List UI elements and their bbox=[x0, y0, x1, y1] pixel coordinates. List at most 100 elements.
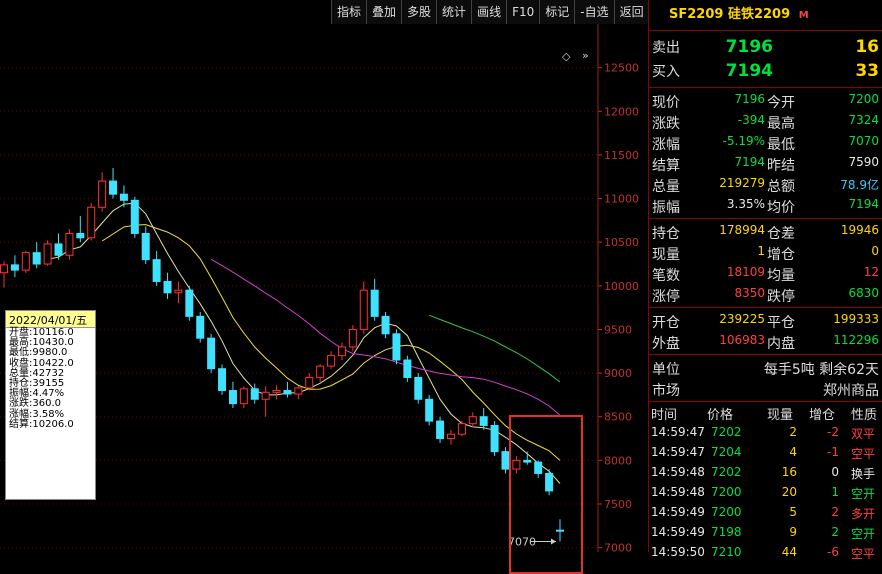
market-value: 郑州商品 bbox=[823, 383, 879, 399]
diamond-icon[interactable]: ◇ bbox=[562, 50, 570, 63]
ask-price: 7196 bbox=[725, 37, 773, 57]
flow-row-v1: 106983 bbox=[719, 333, 765, 347]
stats-row: 笔数 18109 均量 12 bbox=[649, 263, 882, 284]
ma40-line bbox=[429, 314, 561, 383]
tick-header-cell: 现量 bbox=[767, 408, 794, 423]
flow-row-l2: 平仓 bbox=[767, 315, 795, 331]
chevron-right-icon[interactable]: » bbox=[582, 49, 589, 62]
quote-row-l2: 均价 bbox=[767, 200, 795, 216]
candle-body bbox=[261, 391, 270, 400]
tick-d: 1 bbox=[831, 485, 839, 499]
candle-body bbox=[239, 388, 248, 405]
quote-row-l2: 总额 bbox=[767, 179, 795, 195]
y-tick-label: 12000 bbox=[604, 105, 639, 118]
ask-volume: 16 bbox=[855, 37, 879, 57]
tick-d: -6 bbox=[827, 545, 839, 559]
candle-body bbox=[348, 328, 357, 348]
tick-p: 7210 bbox=[711, 545, 742, 559]
tick-row: 14:59:47 7204 4 -1 空平 bbox=[649, 442, 882, 462]
candle-body bbox=[119, 193, 128, 201]
toolbar-button[interactable]: -自选 bbox=[574, 0, 614, 24]
quote-row-v1: -394 bbox=[737, 113, 765, 127]
bid-row: 买入 7194 33 bbox=[649, 59, 882, 83]
quote-row-v2: 7200 bbox=[848, 92, 879, 106]
stats-row-v1: 178994 bbox=[719, 223, 765, 237]
candle-body bbox=[174, 289, 183, 294]
chart-toolbar: 指标 叠加 多股 统计 画线 F10 标记 -自选 返回 bbox=[331, 0, 649, 24]
info-row: 结算:10206.0 bbox=[9, 418, 74, 430]
toolbar-button[interactable]: 叠加 bbox=[366, 0, 402, 24]
candle-body bbox=[0, 264, 8, 274]
candle-body bbox=[76, 232, 85, 239]
y-tick-label: 12500 bbox=[604, 62, 639, 75]
tick-row: 14:59:50 7210 44 -6 空平 bbox=[649, 542, 882, 562]
stats-row-l2: 仓差 bbox=[767, 226, 795, 242]
tick-row: 14:59:49 7200 5 2 多开 bbox=[649, 502, 882, 522]
flow-row-l2: 内盘 bbox=[767, 336, 795, 352]
quote-row-l2: 最低 bbox=[767, 137, 795, 153]
flow-row: 开仓 239225 平仓 199333 bbox=[649, 310, 882, 331]
tick-v: 4 bbox=[789, 445, 797, 459]
candle-body bbox=[21, 252, 30, 271]
candle-body bbox=[316, 365, 325, 378]
candle-body bbox=[10, 264, 19, 271]
stats-row-l1: 涨停 bbox=[652, 289, 680, 305]
candle-body bbox=[218, 368, 227, 392]
tick-header-cell: 价格 bbox=[707, 408, 734, 423]
quote-row-v2: 7194 bbox=[848, 197, 879, 211]
quote-row-v1: 7196 bbox=[734, 92, 765, 106]
tick-p: 7202 bbox=[711, 425, 742, 439]
toolbar-button[interactable]: F10 bbox=[506, 0, 540, 24]
toolbar-button[interactable]: 标记 bbox=[539, 0, 575, 24]
candle-body bbox=[359, 289, 368, 330]
candle-body bbox=[65, 232, 74, 256]
candle-body bbox=[294, 387, 303, 395]
candle-body bbox=[370, 289, 379, 317]
candle-body bbox=[490, 424, 499, 453]
symbol-name: 硅铁2209 bbox=[727, 7, 791, 22]
tick-d: -1 bbox=[827, 445, 839, 459]
candle-body bbox=[327, 355, 336, 367]
tick-header-cell: 性质 bbox=[851, 408, 878, 423]
stats-row-v1: 18109 bbox=[726, 265, 765, 279]
tick-t: 14:59:50 bbox=[651, 545, 705, 559]
quote-row-v2: 7070 bbox=[848, 134, 879, 148]
y-tick-label: 10000 bbox=[604, 280, 639, 293]
quote-row: 现价 7196 今开 7200 bbox=[649, 90, 882, 111]
candle-body bbox=[305, 376, 314, 389]
kline-chart[interactable]: 12500 12000 11500 11000 10500 10000 9500 9000 85… bbox=[0, 24, 648, 574]
quote-row-v1: 7194 bbox=[734, 155, 765, 169]
toolbar-button[interactable]: 多股 bbox=[401, 0, 437, 24]
unit-value: 每手5吨 剩余62天 bbox=[763, 362, 879, 378]
toolbar-button[interactable]: 统计 bbox=[436, 0, 472, 24]
candle-body bbox=[141, 232, 150, 261]
candle-body bbox=[109, 180, 118, 195]
y-tick-label: 9500 bbox=[604, 323, 632, 336]
ma5-line bbox=[47, 202, 561, 484]
stats-row-v2: 19946 bbox=[840, 223, 879, 237]
y-tick-label: 8000 bbox=[604, 454, 632, 467]
toolbar-button[interactable]: 返回 bbox=[613, 0, 649, 24]
quote-row-l1: 振幅 bbox=[652, 200, 680, 216]
candle-body bbox=[283, 390, 292, 395]
candle-body bbox=[457, 423, 466, 435]
tick-v: 2 bbox=[789, 425, 797, 439]
toolbar-button[interactable]: 指标 bbox=[331, 0, 367, 24]
candle-body bbox=[98, 180, 107, 208]
quote-row-v2: 7324 bbox=[848, 113, 879, 127]
y-tick-label: 7000 bbox=[604, 542, 632, 552]
quote-row-v2: 7590 bbox=[848, 155, 879, 169]
tick-n: 空平 bbox=[851, 547, 876, 561]
tick-row: 14:59:47 7202 2 -2 双平 bbox=[649, 422, 882, 442]
candle-body bbox=[228, 390, 237, 405]
quote-row-l1: 涨幅 bbox=[652, 137, 680, 153]
candle-body bbox=[392, 333, 401, 361]
quote-row: 总量 219279 总额 78.9亿 bbox=[649, 174, 882, 195]
tick-list: 时间 价格 现量 增仓 性质 14:59:47 7202 2 -2 双平 14:59:47 7204 4… bbox=[649, 402, 882, 562]
toolbar-button[interactable]: 画线 bbox=[471, 0, 507, 24]
tick-n: 多开 bbox=[851, 507, 876, 521]
stats-row-l2: 跌停 bbox=[767, 289, 795, 305]
stats-row: 现量 1 增仓 0 bbox=[649, 242, 882, 263]
candle-body bbox=[32, 252, 41, 265]
candle-body bbox=[196, 315, 205, 339]
